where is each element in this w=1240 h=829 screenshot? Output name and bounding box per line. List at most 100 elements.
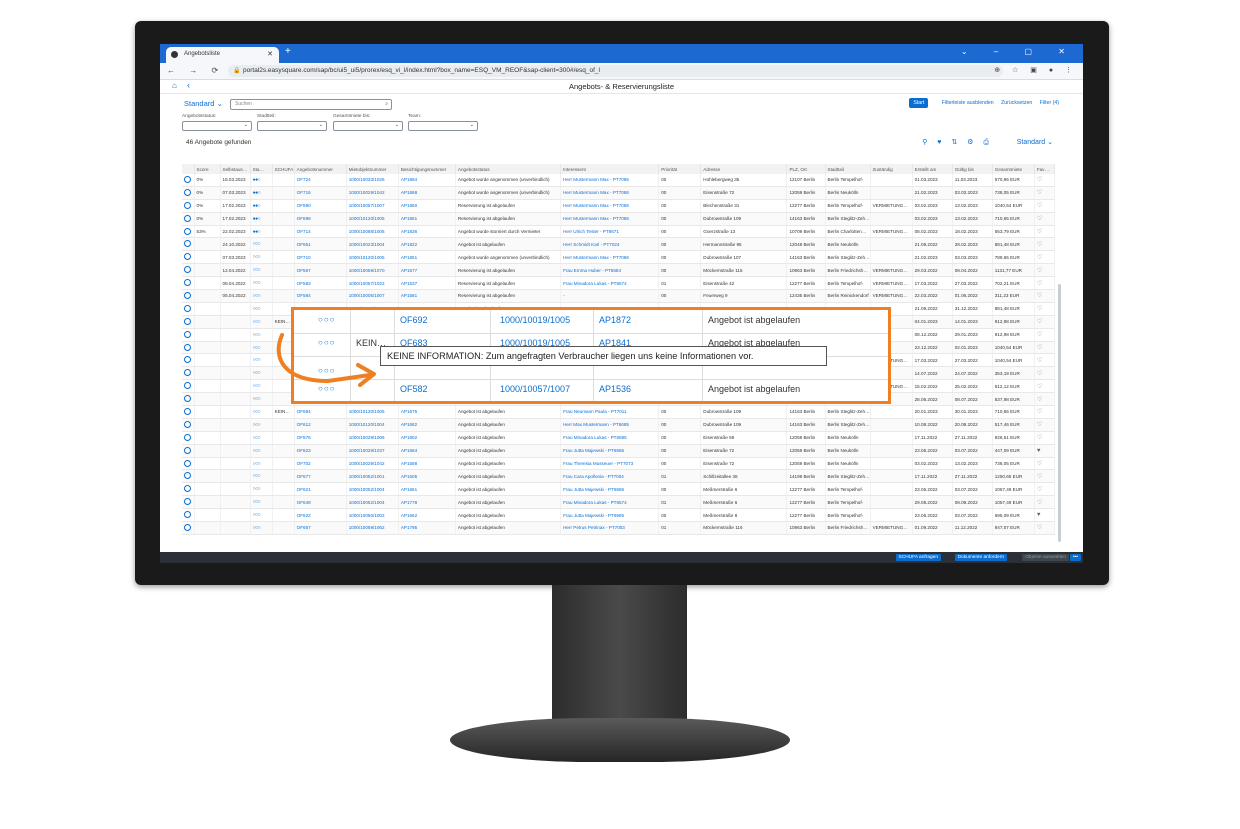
table-cell-link[interactable]: Herr Mustermann Max - PT7086 [560,174,660,187]
column-header[interactable]: Gültig bis [952,164,993,174]
radio-icon[interactable] [184,356,191,364]
filter-button[interactable]: Filter (4) [1040,100,1059,106]
radio-icon[interactable] [184,304,191,312]
table-cell-link[interactable]: AP1581 [398,289,456,303]
table-row[interactable]: 0% 17.02.2023 ●●○ OF698 1000/10120/1005 AP185… [182,212,1056,226]
variant-select[interactable]: Standard ⌄ [184,99,223,108]
radio-icon[interactable] [184,266,191,274]
radio-icon[interactable] [184,240,191,248]
column-header[interactable]: SCHUFA [272,164,295,174]
reset-button[interactable]: Zurücksetzen [1001,100,1032,106]
new-tab-icon[interactable]: + [285,46,291,57]
table-cell-link[interactable]: Frau Minadora Lukas - PT6574 [560,276,660,291]
table-cell-link[interactable]: OF623 [294,444,347,458]
row-select-radio[interactable] [182,341,195,355]
radio-icon[interactable] [184,214,191,222]
table-cell-link[interactable]: OF667 [294,521,347,535]
favorite-icon[interactable]: ♡ [1034,328,1056,342]
table-row[interactable]: 0% 07.03.2023 ●●○ OF716 1000/10029/1042 AP186… [182,186,1056,200]
row-select-radio[interactable] [182,225,195,239]
favorite-icon[interactable]: ♡ [1034,469,1056,484]
table-cell-link[interactable]: AP1851 [398,212,456,226]
row-select-radio[interactable] [182,186,195,200]
table-cell-link[interactable]: - [560,289,660,303]
table-cell-link[interactable]: OF702 [294,457,347,471]
row-select-radio[interactable] [182,353,195,368]
table-cell-link[interactable]: OF698 [294,212,347,226]
tab-close-icon[interactable]: ✕ [267,50,273,58]
favorite-icon[interactable]: ♡ [1034,302,1056,316]
radio-icon[interactable] [184,511,191,519]
table-cell-link[interactable]: 1000/10029/1042 [346,186,399,200]
row-select-radio[interactable] [182,315,195,329]
table-cell-link[interactable]: Herr Ulrich Tester - PT8671 [560,225,660,239]
table-row[interactable]: ○○○ OF702 1000/10029/1042 AP1588 Angebot ist… [182,457,1056,471]
table-cell-link[interactable]: AP1884 [398,174,456,187]
table-cell-link[interactable]: OF676 [294,431,347,445]
radio-icon[interactable] [184,420,191,428]
table-cell-link[interactable]: Frau Neumann Paula - PT7011 [560,405,660,419]
table-cell-link[interactable]: OF651 [294,237,347,252]
table-cell-link[interactable]: AP1868 [398,186,456,200]
radio-icon[interactable] [184,446,191,454]
row-select-radio[interactable] [182,263,195,278]
table-cell-link[interactable]: Frau Jutta Majewski - PT6965 [560,444,660,458]
column-header[interactable]: Stadtteil [825,164,871,174]
table-cell-link[interactable]: 1000/10029/1042 [346,457,399,471]
table-cell-link[interactable]: Herr Mustermann Max - PT7086 [560,250,660,265]
table-cell-link[interactable]: AP1836 [398,225,456,239]
table-cell-link[interactable]: AP1860 [398,199,456,213]
table-cell-link[interactable]: 1000/10088/1006 [346,225,399,239]
radio-icon[interactable] [184,395,191,403]
row-select-radio[interactable] [182,508,195,523]
window-controls[interactable]: ⌄ – ▢ ✕ [961,47,1077,56]
table-cell-link[interactable]: AP1664 [398,444,456,458]
table-row[interactable]: ○○○ OF649 1000/10052/1004 AP1778 Angebot ist… [182,495,1056,510]
search-icon[interactable]: ⌕ [385,101,388,107]
table-row[interactable]: 24.10.2022 ○○○ OF651 1000/10023/1004 AP1822 A… [182,237,1056,252]
row-select-radio[interactable] [182,366,195,381]
status-select[interactable]: ⌄ [182,121,252,131]
radio-icon[interactable] [184,279,191,287]
favorite-icon[interactable]: ♥ [1034,508,1056,523]
row-select-radio[interactable] [182,237,195,252]
table-cell-link[interactable]: AP1675 [398,405,456,419]
row-select-radio[interactable] [182,276,195,291]
favorite-icon[interactable]: ♡ [1034,174,1056,187]
radio-icon[interactable] [184,201,191,209]
table-cell-link[interactable]: Frau Jutta Majewski - PT6965 [560,482,660,497]
zoom-cell-mo[interactable]: 1000/10057/1007 [500,384,570,394]
favorite-icon[interactable]: ♡ [1034,392,1056,407]
favorite-icon[interactable]: ♡ [1034,263,1056,278]
column-header[interactable]: Zuständig [870,164,913,174]
radio-icon[interactable] [184,369,191,377]
radio-icon[interactable] [184,433,191,441]
table-cell-link[interactable]: AP1505 [398,469,456,484]
table-row[interactable]: ○○○ OF677 1000/10052/1001 AP1505 Angebot ist… [182,469,1056,484]
table-cell-link[interactable]: Frau Cara Apollonia - PT7004 [560,469,660,484]
table-cell-link[interactable]: AP1588 [398,457,456,471]
district-select[interactable]: ⌄ [257,121,327,131]
search-input[interactable]: Suchen ⌕ [230,99,392,110]
radio-icon[interactable] [184,291,191,299]
table-cell-link[interactable]: 1000/10059/1062 [346,521,399,535]
hide-filterbar-button[interactable]: Filterleiste ausblenden [942,100,994,106]
column-header[interactable]: Adresse [700,164,788,174]
column-header[interactable]: Gesamtmiete [992,164,1035,174]
favorite-icon[interactable]: ♡ [1034,186,1056,200]
favorite-icon[interactable]: ♡ [1034,237,1056,252]
table-row[interactable]: 07.03.2023 ○○○ OF710 1000/10120/1005 AP1851 A… [182,250,1056,265]
table-cell-link[interactable]: OF612 [294,418,347,432]
radio-icon[interactable] [184,188,191,196]
favorite-icon[interactable]: ♡ [1034,289,1056,303]
row-select-radio[interactable] [182,431,195,445]
table-row[interactable]: 05.04.2022 ○○○ OF584 1000/10005/1007 AP1581 R… [182,289,1056,303]
request-documents-button[interactable]: Dokumente anfordern [954,554,1007,561]
table-cell-link[interactable]: OF714 [294,225,347,239]
zoom-cell-ap[interactable]: AP1536 [599,384,631,394]
table-cell-link[interactable]: OF567 [294,263,347,278]
schufa-request-button[interactable]: SCHUFA anfragen [895,554,941,561]
table-cell-link[interactable]: AP1537 [398,276,456,291]
table-cell-link[interactable]: OF677 [294,469,347,484]
table-tool-icons[interactable]: ⚲ ♥ ⇅ ⚙ ⎙ [922,138,993,147]
